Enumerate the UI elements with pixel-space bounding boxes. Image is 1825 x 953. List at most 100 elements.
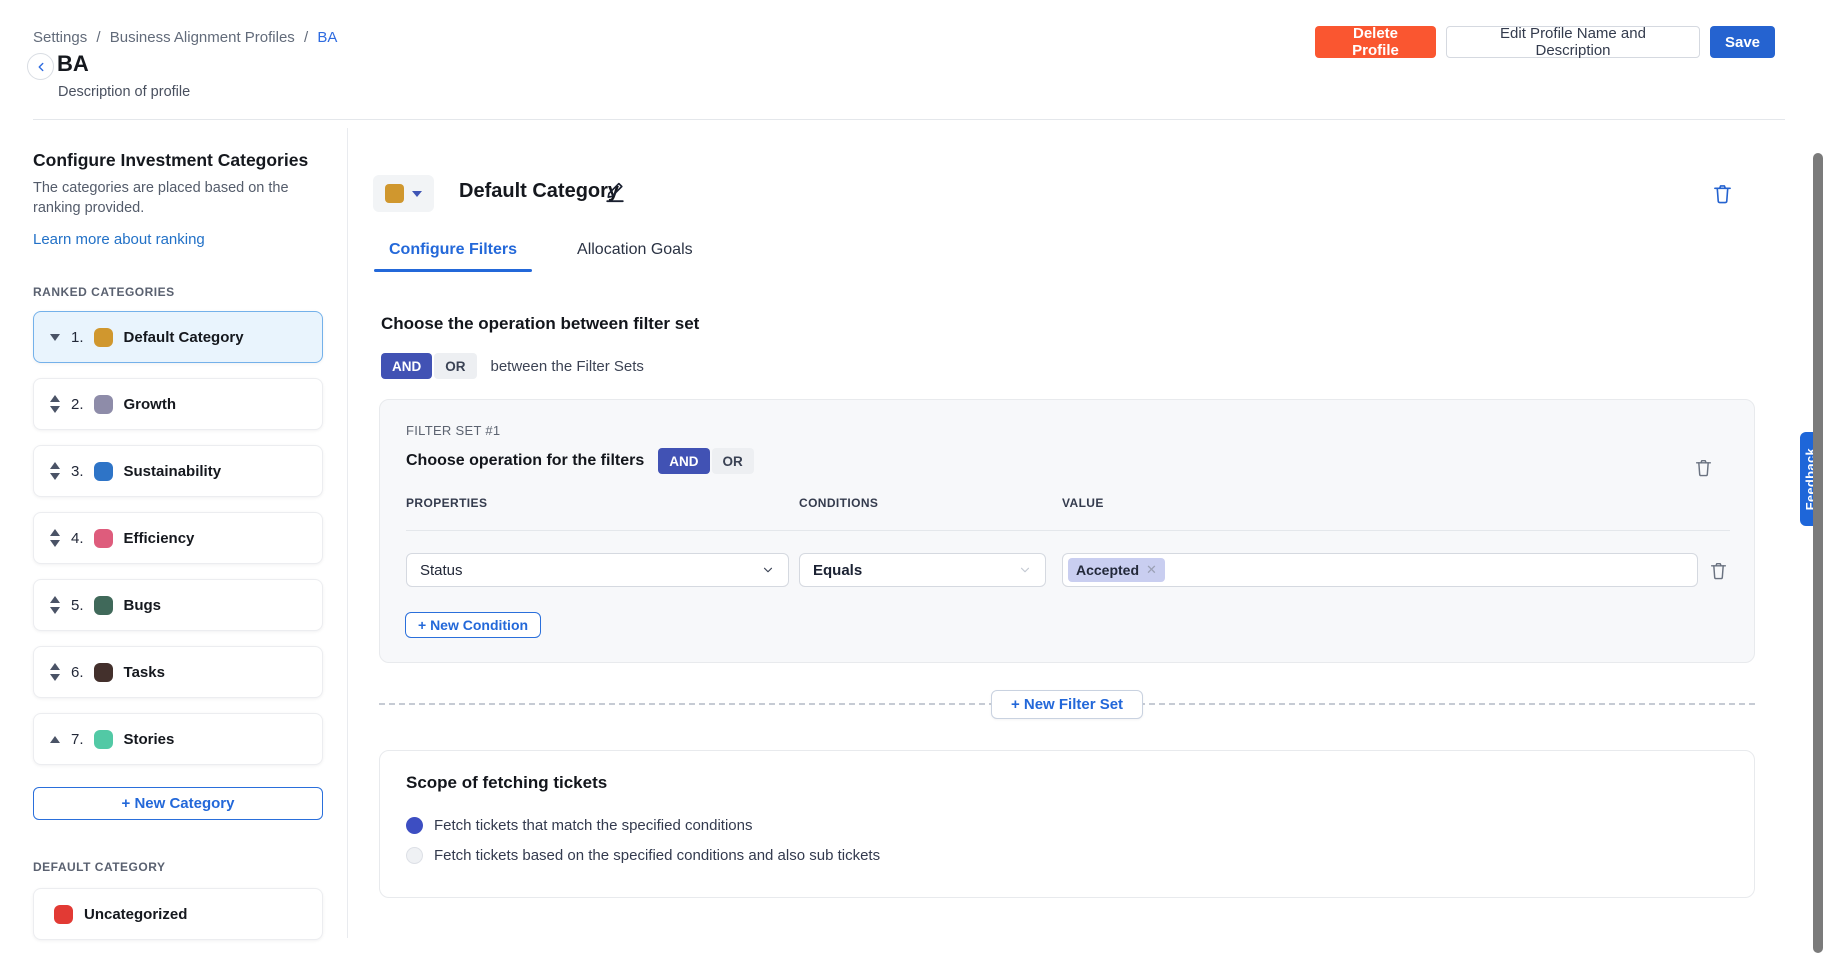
radio-selected-icon[interactable]: [406, 817, 423, 834]
sidebar-item-tasks[interactable]: 6. Tasks: [33, 646, 323, 698]
chip-label: Accepted: [1076, 562, 1139, 578]
reorder-updown-icon[interactable]: [47, 596, 63, 614]
toggle-and[interactable]: AND: [658, 448, 709, 474]
main-panel: Default Category Configure Filters Alloc…: [347, 128, 1785, 938]
sidebar-item-default-category[interactable]: 1. Default Category: [33, 311, 323, 363]
edit-profile-button[interactable]: Edit Profile Name and Description: [1446, 26, 1700, 58]
chevron-down-icon: [761, 563, 775, 577]
reorder-updown-icon[interactable]: [47, 395, 63, 413]
sidebar-item-uncategorized[interactable]: Uncategorized: [33, 888, 323, 940]
tab-configure-filters[interactable]: Configure Filters: [374, 228, 532, 272]
breadcrumb: Settings / Business Alignment Profiles /…: [33, 29, 337, 46]
reorder-updown-icon[interactable]: [47, 529, 63, 547]
and-or-toggle: AND OR: [381, 353, 477, 379]
trash-icon: [1695, 458, 1712, 477]
category-rank: 3.: [71, 463, 84, 480]
filter-set-card: FILTER SET #1 Choose operation for the f…: [379, 399, 1755, 663]
category-color-dot: [94, 730, 113, 749]
condition-row: Status Equals Accepted ✕: [406, 553, 1727, 587]
filter-set-operation-row: AND OR between the Filter Sets: [381, 353, 644, 379]
category-name: Sustainability: [124, 463, 222, 480]
chevron-down-icon: [1018, 563, 1032, 577]
category-name: Efficiency: [124, 530, 195, 547]
learn-more-link[interactable]: Learn more about ranking: [33, 231, 205, 248]
sidebar-item-growth[interactable]: 2. Growth: [33, 378, 323, 430]
chevron-down-icon: [412, 191, 422, 197]
category-rank: 5.: [71, 597, 84, 614]
new-category-button[interactable]: + New Category: [33, 787, 323, 820]
filter-operation-label: Choose operation for the filters: [406, 452, 644, 470]
save-button[interactable]: Save: [1710, 26, 1775, 58]
category-name: Growth: [124, 396, 177, 413]
category-name: Tasks: [124, 664, 165, 681]
breadcrumb-profiles[interactable]: Business Alignment Profiles: [110, 29, 295, 46]
sidebar-item-sustainability[interactable]: 3. Sustainability: [33, 445, 323, 497]
new-filter-set-button[interactable]: + New Filter Set: [991, 690, 1143, 719]
reorder-updown-icon[interactable]: [47, 462, 63, 480]
reorder-down-icon[interactable]: [47, 334, 63, 341]
sidebar-item-efficiency[interactable]: 4. Efficiency: [33, 512, 323, 564]
back-button[interactable]: [27, 53, 54, 80]
operation-heading: Choose the operation between filter set: [381, 314, 699, 334]
category-name: Stories: [124, 731, 175, 748]
ranked-category-list: 1. Default Category 2. Growth 3. Sustain…: [33, 311, 323, 765]
column-divider: [406, 530, 1730, 531]
filter-operation-row: Choose operation for the filters AND OR: [406, 448, 754, 474]
sidebar-item-stories[interactable]: 7. Stories: [33, 713, 323, 765]
category-color-dot: [94, 663, 113, 682]
category-rank: 1.: [71, 329, 84, 346]
breadcrumb-separator: /: [96, 29, 100, 46]
category-rank: 6.: [71, 664, 84, 681]
condition-select[interactable]: Equals: [799, 553, 1046, 587]
trash-icon: [1710, 561, 1727, 580]
radio-label: Fetch tickets that match the specified c…: [434, 817, 753, 834]
toggle-or[interactable]: OR: [712, 448, 754, 474]
active-tab-underline: [374, 269, 532, 272]
delete-condition-button[interactable]: [1710, 561, 1727, 580]
delete-filter-set-button[interactable]: [1695, 458, 1712, 477]
property-value: Status: [420, 562, 761, 579]
category-color-dot: [94, 328, 113, 347]
breadcrumb-current[interactable]: BA: [317, 29, 337, 46]
reorder-updown-icon[interactable]: [47, 663, 63, 681]
toggle-or[interactable]: OR: [434, 353, 476, 379]
value-chip: Accepted ✕: [1068, 558, 1165, 582]
delete-profile-button[interactable]: Delete Profile: [1315, 26, 1436, 58]
sidebar-title: Configure Investment Categories: [33, 150, 323, 171]
chip-close-icon[interactable]: ✕: [1146, 562, 1157, 578]
category-color-dot: [54, 905, 73, 924]
scope-option-match[interactable]: Fetch tickets that match the specified c…: [406, 817, 753, 834]
sidebar-subtitle: The categories are placed based on the r…: [33, 178, 293, 218]
category-color-dot: [94, 462, 113, 481]
category-color-dot: [94, 395, 113, 414]
column-headers: PROPERTIES CONDITIONS VALUE: [406, 496, 1104, 510]
new-condition-button[interactable]: + New Condition: [405, 612, 541, 638]
breadcrumb-settings[interactable]: Settings: [33, 29, 87, 46]
property-select[interactable]: Status: [406, 553, 789, 587]
value-input[interactable]: Accepted ✕: [1062, 553, 1698, 587]
toggle-and[interactable]: AND: [381, 353, 432, 379]
tab-label: Configure Filters: [389, 241, 517, 259]
pencil-icon: [604, 180, 626, 204]
tab-bar: Configure Filters Allocation Goals: [374, 228, 708, 272]
category-name: Uncategorized: [84, 906, 187, 923]
column-properties: PROPERTIES: [406, 496, 799, 510]
tab-allocation-goals[interactable]: Allocation Goals: [562, 228, 708, 272]
category-rank: 2.: [71, 396, 84, 413]
edit-category-name-button[interactable]: [604, 180, 626, 204]
arrow-left-icon: [34, 60, 48, 74]
sidebar-item-bugs[interactable]: 5. Bugs: [33, 579, 323, 631]
category-rank: 4.: [71, 530, 84, 547]
default-category-item: Uncategorized: [33, 888, 323, 940]
category-color-dot: [94, 596, 113, 615]
topbar-actions: Delete Profile Edit Profile Name and Des…: [1315, 26, 1775, 58]
radio-label: Fetch tickets based on the specified con…: [434, 847, 880, 864]
scope-option-sub-tickets[interactable]: Fetch tickets based on the specified con…: [406, 847, 880, 864]
toggle-suffix-text: between the Filter Sets: [491, 358, 644, 375]
reorder-up-icon[interactable]: [47, 736, 63, 743]
vertical-scrollbar[interactable]: [1813, 153, 1823, 953]
delete-category-button[interactable]: [1713, 183, 1732, 204]
scope-heading: Scope of fetching tickets: [406, 773, 607, 793]
radio-unselected-icon[interactable]: [406, 847, 423, 864]
category-color-picker[interactable]: [373, 175, 434, 212]
